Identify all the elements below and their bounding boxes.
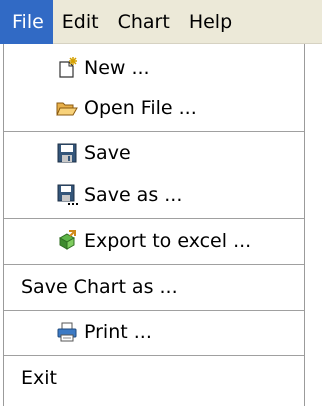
menu-separator xyxy=(4,131,304,132)
menu-edit[interactable]: Edit xyxy=(53,0,109,44)
menu-item-save[interactable]: Save xyxy=(4,133,304,173)
menu-bar: File Edit Chart Help xyxy=(0,0,322,44)
menu-file[interactable]: File xyxy=(0,0,53,44)
menu-item-save-as[interactable]: Save as ... xyxy=(4,175,304,215)
menu-chart[interactable]: Chart xyxy=(109,0,180,44)
menu-item-exit[interactable]: Exit xyxy=(4,358,304,398)
menu-item-save-label: Save xyxy=(84,142,131,164)
menu-item-print[interactable]: Print ... xyxy=(4,312,304,352)
folder-open-icon xyxy=(56,97,78,119)
menu-item-open-file[interactable]: Open File ... xyxy=(4,88,304,128)
menu-item-new-label: New ... xyxy=(84,57,150,79)
menu-separator xyxy=(4,355,304,356)
menu-item-save-as-label: Save as ... xyxy=(84,184,183,206)
menu-separator xyxy=(4,218,304,219)
floppy-disk-icon xyxy=(56,142,78,164)
printer-icon xyxy=(56,321,78,343)
file-menu-dropdown: New ... Open File ... Save Save as ... E… xyxy=(3,44,305,406)
menu-item-export-excel[interactable]: Export to excel ... xyxy=(4,221,304,261)
floppy-disk-saveas-icon xyxy=(56,184,78,206)
menu-item-exit-label: Exit xyxy=(21,367,57,389)
menu-help[interactable]: Help xyxy=(180,0,242,44)
menu-item-export-excel-label: Export to excel ... xyxy=(84,230,252,252)
menu-item-save-chart[interactable]: Save Chart as ... xyxy=(4,267,304,307)
menu-item-new[interactable]: New ... xyxy=(4,50,304,86)
menu-separator xyxy=(4,264,304,265)
new-file-icon xyxy=(56,57,78,79)
export-icon xyxy=(56,230,78,252)
menu-item-open-file-label: Open File ... xyxy=(84,97,197,119)
menu-item-print-label: Print ... xyxy=(84,321,152,343)
menu-item-save-chart-label: Save Chart as ... xyxy=(21,276,178,298)
menu-separator xyxy=(4,310,304,311)
